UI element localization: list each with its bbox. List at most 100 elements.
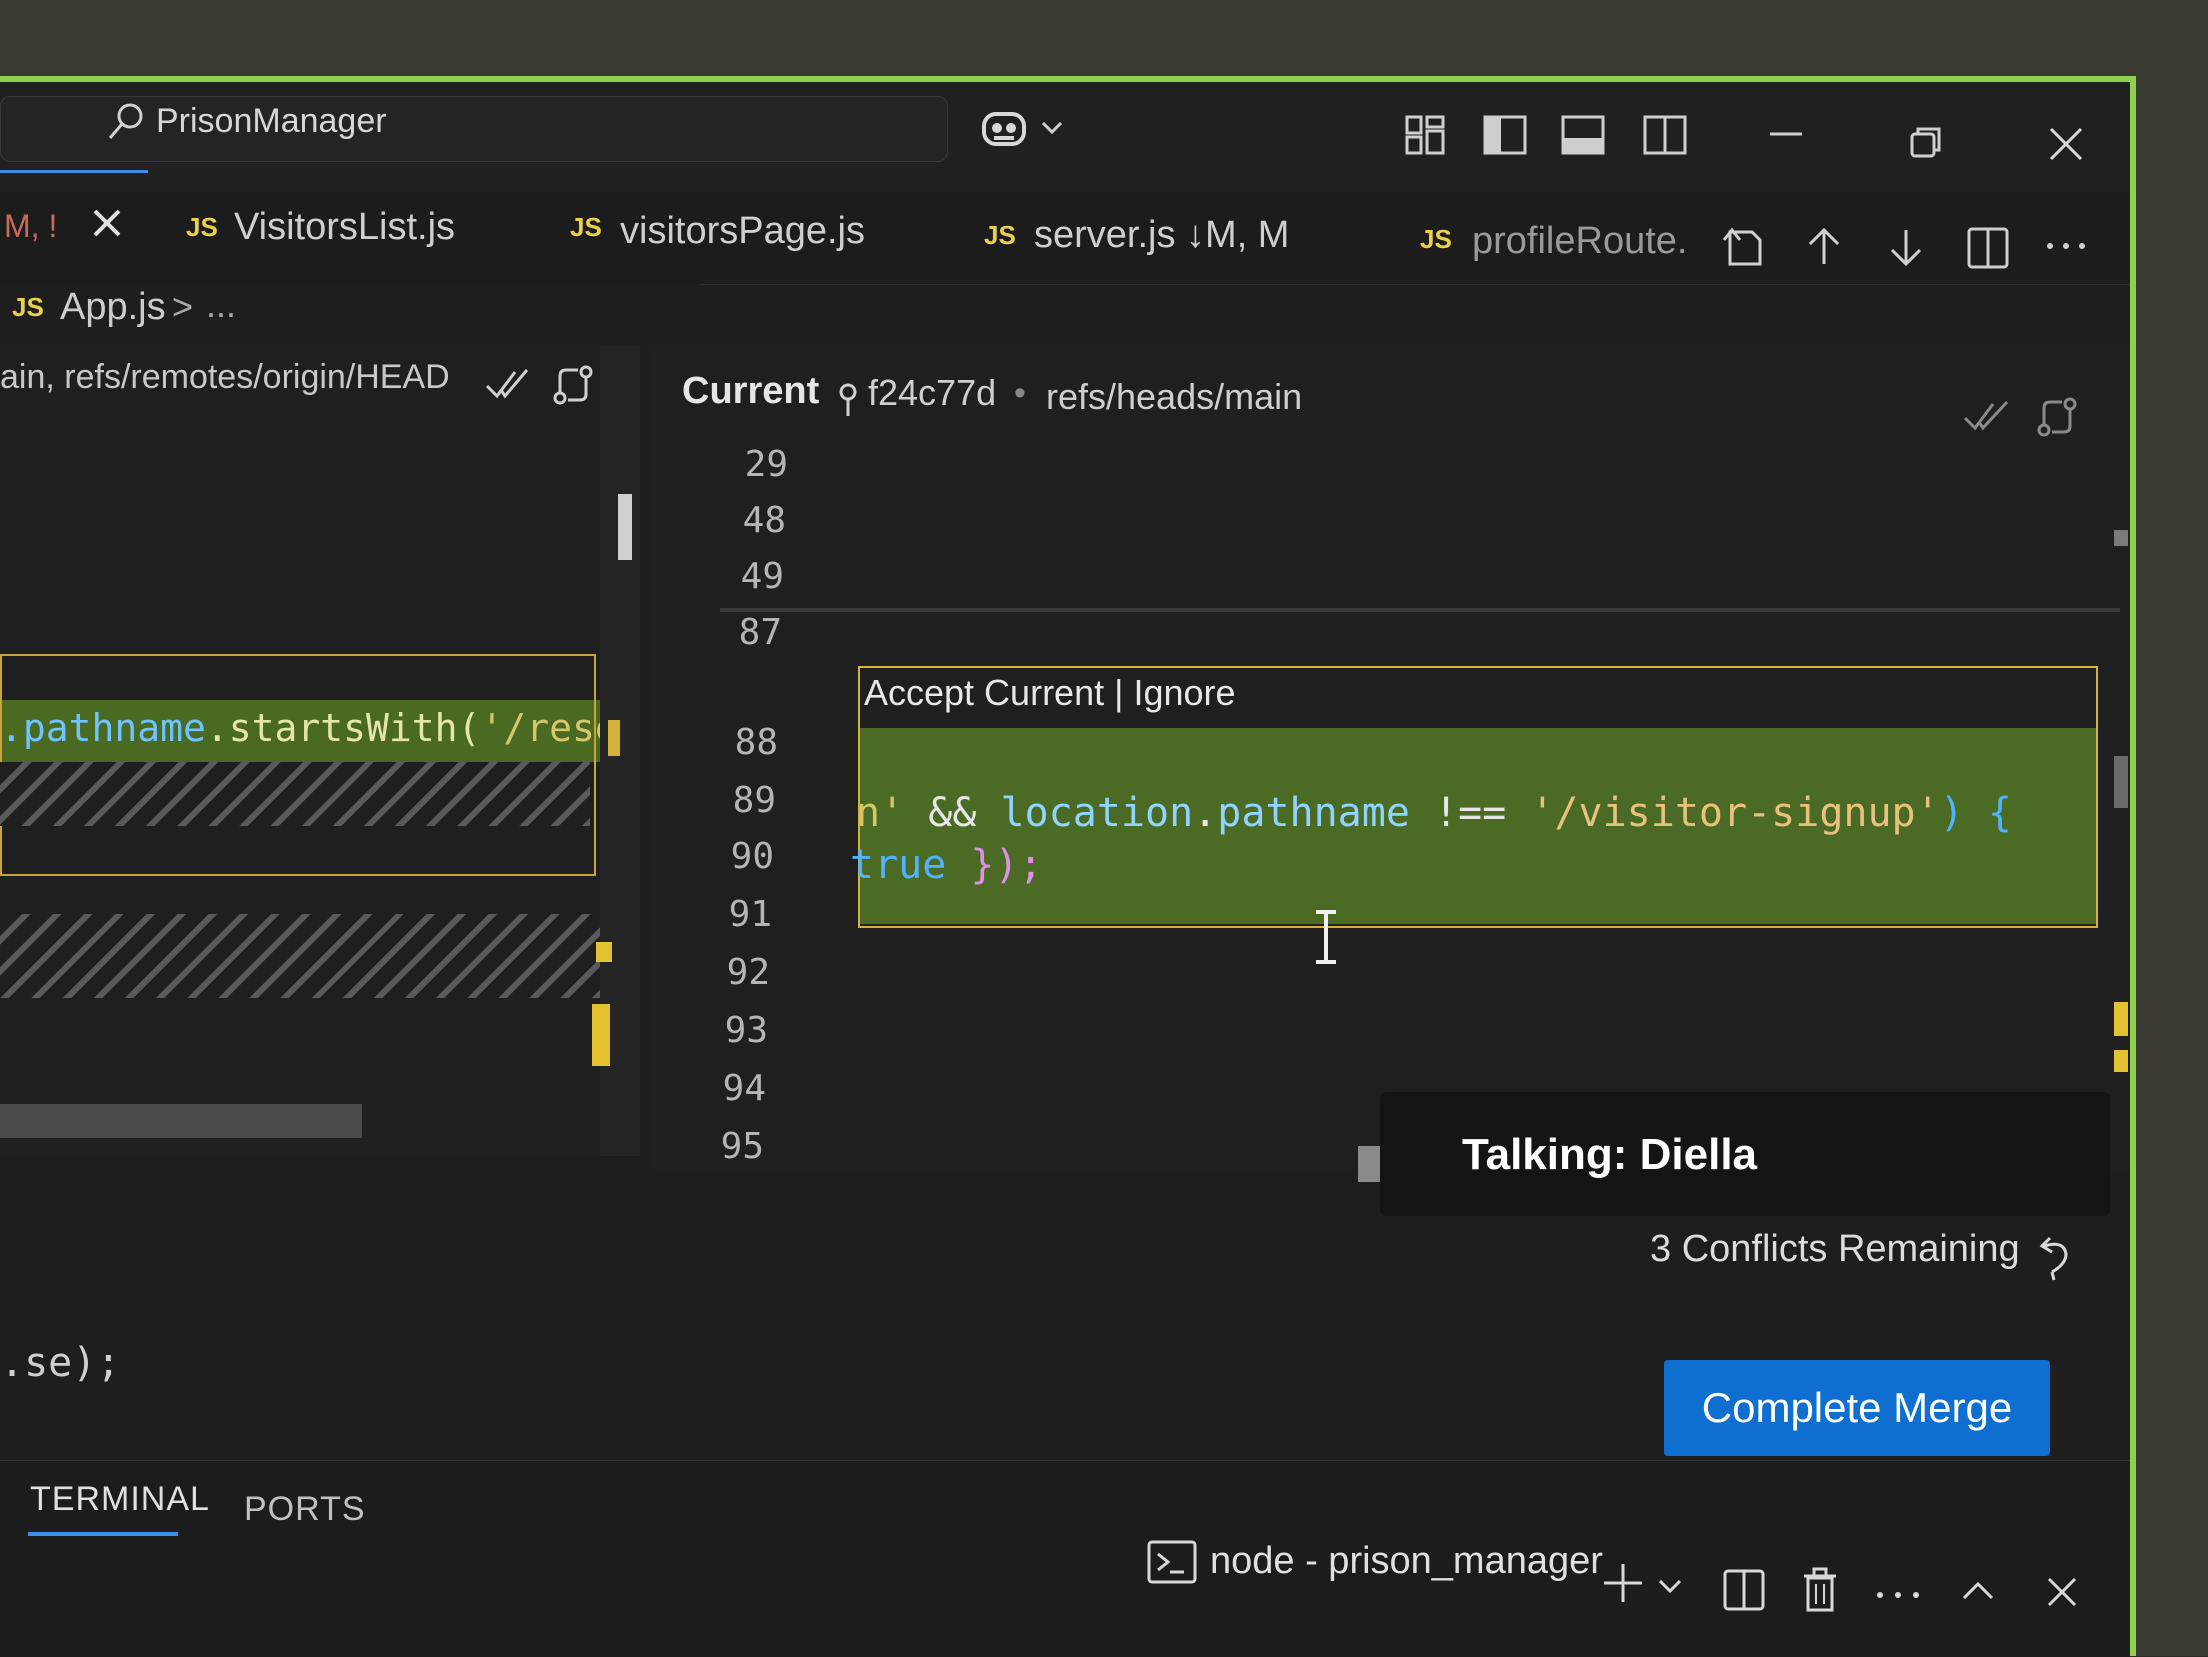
- line-number: 90: [730, 836, 774, 877]
- tab-ports[interactable]: PORTS: [244, 1490, 366, 1529]
- line-number: 93: [724, 1010, 768, 1051]
- toggle-primary-sidebar-icon[interactable]: [1482, 114, 1528, 156]
- code-token: .startsWith(: [205, 706, 481, 750]
- incoming-code-line[interactable]: .pathname.startsWith('/rese: [0, 706, 618, 750]
- result-code-line[interactable]: .se);: [0, 1340, 120, 1386]
- more-actions-icon[interactable]: [1874, 1588, 1922, 1602]
- accept-all-icon[interactable]: [484, 364, 532, 404]
- line-number: 95: [720, 1126, 764, 1167]
- minimap-slider[interactable]: [618, 494, 632, 560]
- text-cursor-icon: [1308, 908, 1344, 966]
- split-editor-icon[interactable]: [1966, 226, 2010, 270]
- talking-label: Talking: Diella: [1462, 1130, 1758, 1179]
- arrow-up-icon[interactable]: [1802, 224, 1846, 268]
- removed-lines-hatch: [0, 762, 590, 826]
- js-file-icon: JS: [12, 292, 44, 322]
- code-token: .: [1193, 790, 1218, 836]
- tab-profileroute[interactable]: profileRoute.: [1472, 220, 1687, 263]
- current-code-line[interactable]: true });: [850, 842, 1043, 888]
- split-terminal-icon[interactable]: [1722, 1568, 1766, 1612]
- collapsed-region-separator: [720, 608, 2120, 612]
- tab-visitorslist[interactable]: VisitorsList.js: [234, 206, 455, 249]
- customize-layout-icon[interactable]: [1404, 114, 1446, 156]
- chevron-down-icon[interactable]: [1656, 1576, 1684, 1596]
- tab-server[interactable]: server.js ↓M, M: [1034, 214, 1289, 257]
- accept-all-icon[interactable]: [1962, 396, 2012, 436]
- code-token: '/rese: [480, 706, 618, 750]
- code-token: true: [850, 842, 947, 888]
- reset-merge-icon[interactable]: [2034, 1236, 2074, 1284]
- breadcrumb-separator: >: [172, 286, 194, 327]
- compare-changes-icon[interactable]: [2034, 394, 2080, 440]
- code-token: &&: [904, 790, 1001, 836]
- more-actions-icon[interactable]: [2044, 238, 2088, 254]
- chevron-down-icon[interactable]: [1040, 118, 1064, 138]
- open-changes-icon[interactable]: [1720, 224, 1770, 268]
- commit-ref: refs/heads/main: [1046, 376, 1303, 417]
- js-file-icon: JS: [570, 212, 602, 242]
- removed-lines-hatch: [0, 914, 600, 998]
- screen-bezel-top: [0, 0, 2208, 76]
- incoming-header: ain, refs/remotes/origin/HEAD: [0, 358, 450, 396]
- plus-icon[interactable]: [1600, 1560, 1646, 1606]
- code-token: !==: [1409, 790, 1531, 836]
- scrollbar-thumb[interactable]: [1358, 1146, 1380, 1182]
- codelens-actions[interactable]: Accept Current | Ignore: [864, 672, 1236, 714]
- compare-changes-icon[interactable]: [550, 362, 596, 408]
- search-label[interactable]: PrisonManager: [156, 102, 387, 141]
- code-token: });: [946, 842, 1043, 888]
- tab-status[interactable]: M, !: [4, 208, 57, 245]
- close-icon[interactable]: [2046, 124, 2086, 164]
- chevron-up-icon[interactable]: [1960, 1578, 1996, 1602]
- tab-visitorspage[interactable]: visitorsPage.js: [620, 210, 865, 253]
- line-number: 88: [734, 722, 778, 763]
- breadcrumb-more[interactable]: ...: [206, 284, 236, 326]
- current-title: Current: [682, 370, 820, 412]
- tab-terminal[interactable]: TERMINAL: [30, 1480, 210, 1519]
- conflicts-remaining[interactable]: 3 Conflicts Remaining: [1650, 1228, 2020, 1271]
- horizontal-scrollbar[interactable]: [0, 1104, 362, 1138]
- restore-window-icon[interactable]: [1908, 124, 1944, 160]
- screen-bezel-right: [2136, 0, 2208, 1656]
- trash-icon[interactable]: [1800, 1566, 1840, 1614]
- copilot-icon[interactable]: [980, 104, 1028, 152]
- line-number: 94: [722, 1068, 766, 1109]
- conflict-marker: [608, 720, 620, 756]
- code-token: .pathname: [0, 706, 206, 750]
- close-icon[interactable]: [2044, 1574, 2080, 1610]
- code-token: '/visitor-signup': [1530, 790, 1940, 836]
- overview-ruler: [2112, 346, 2130, 1172]
- tab-close-icon[interactable]: [90, 206, 124, 240]
- toggle-panel-icon[interactable]: [1560, 114, 1606, 156]
- arrow-down-icon[interactable]: [1884, 226, 1928, 270]
- code-token: pathname: [1217, 790, 1410, 836]
- code-token: ) {: [1939, 790, 2012, 836]
- breadcrumb-file[interactable]: App.js: [60, 286, 166, 329]
- line-number: 29: [744, 444, 788, 485]
- line-number: 91: [728, 894, 772, 935]
- conflict-marker: [592, 1004, 610, 1066]
- js-file-icon: JS: [186, 212, 218, 242]
- conflict-marker: [596, 942, 612, 962]
- active-tab-indicator: [0, 170, 148, 173]
- commit-hash: f24c77d: [868, 372, 997, 413]
- complete-merge-button[interactable]: Complete Merge: [1664, 1360, 2050, 1456]
- js-file-icon: JS: [1420, 224, 1452, 254]
- git-commit-icon: [836, 378, 860, 418]
- line-number: 87: [738, 612, 782, 653]
- active-panel-tab-indicator: [28, 1532, 178, 1536]
- terminal-instance-label[interactable]: node - prison_manager: [1210, 1540, 1603, 1583]
- separator-dot: •: [1014, 374, 1026, 412]
- line-number: 49: [740, 556, 784, 597]
- code-token: location: [1000, 790, 1194, 836]
- line-number: 89: [732, 780, 776, 821]
- terminal-icon: [1146, 1538, 1198, 1586]
- code-token: n': [856, 790, 905, 836]
- current-code-line[interactable]: n' && location.pathname !== '/visitor-si…: [856, 790, 2012, 836]
- line-number: 48: [742, 500, 786, 541]
- toggle-secondary-sidebar-icon[interactable]: [1642, 114, 1688, 156]
- minimize-icon[interactable]: [1768, 130, 1804, 138]
- line-number: 92: [726, 952, 770, 993]
- js-file-icon: JS: [984, 220, 1016, 250]
- search-icon: [104, 100, 148, 144]
